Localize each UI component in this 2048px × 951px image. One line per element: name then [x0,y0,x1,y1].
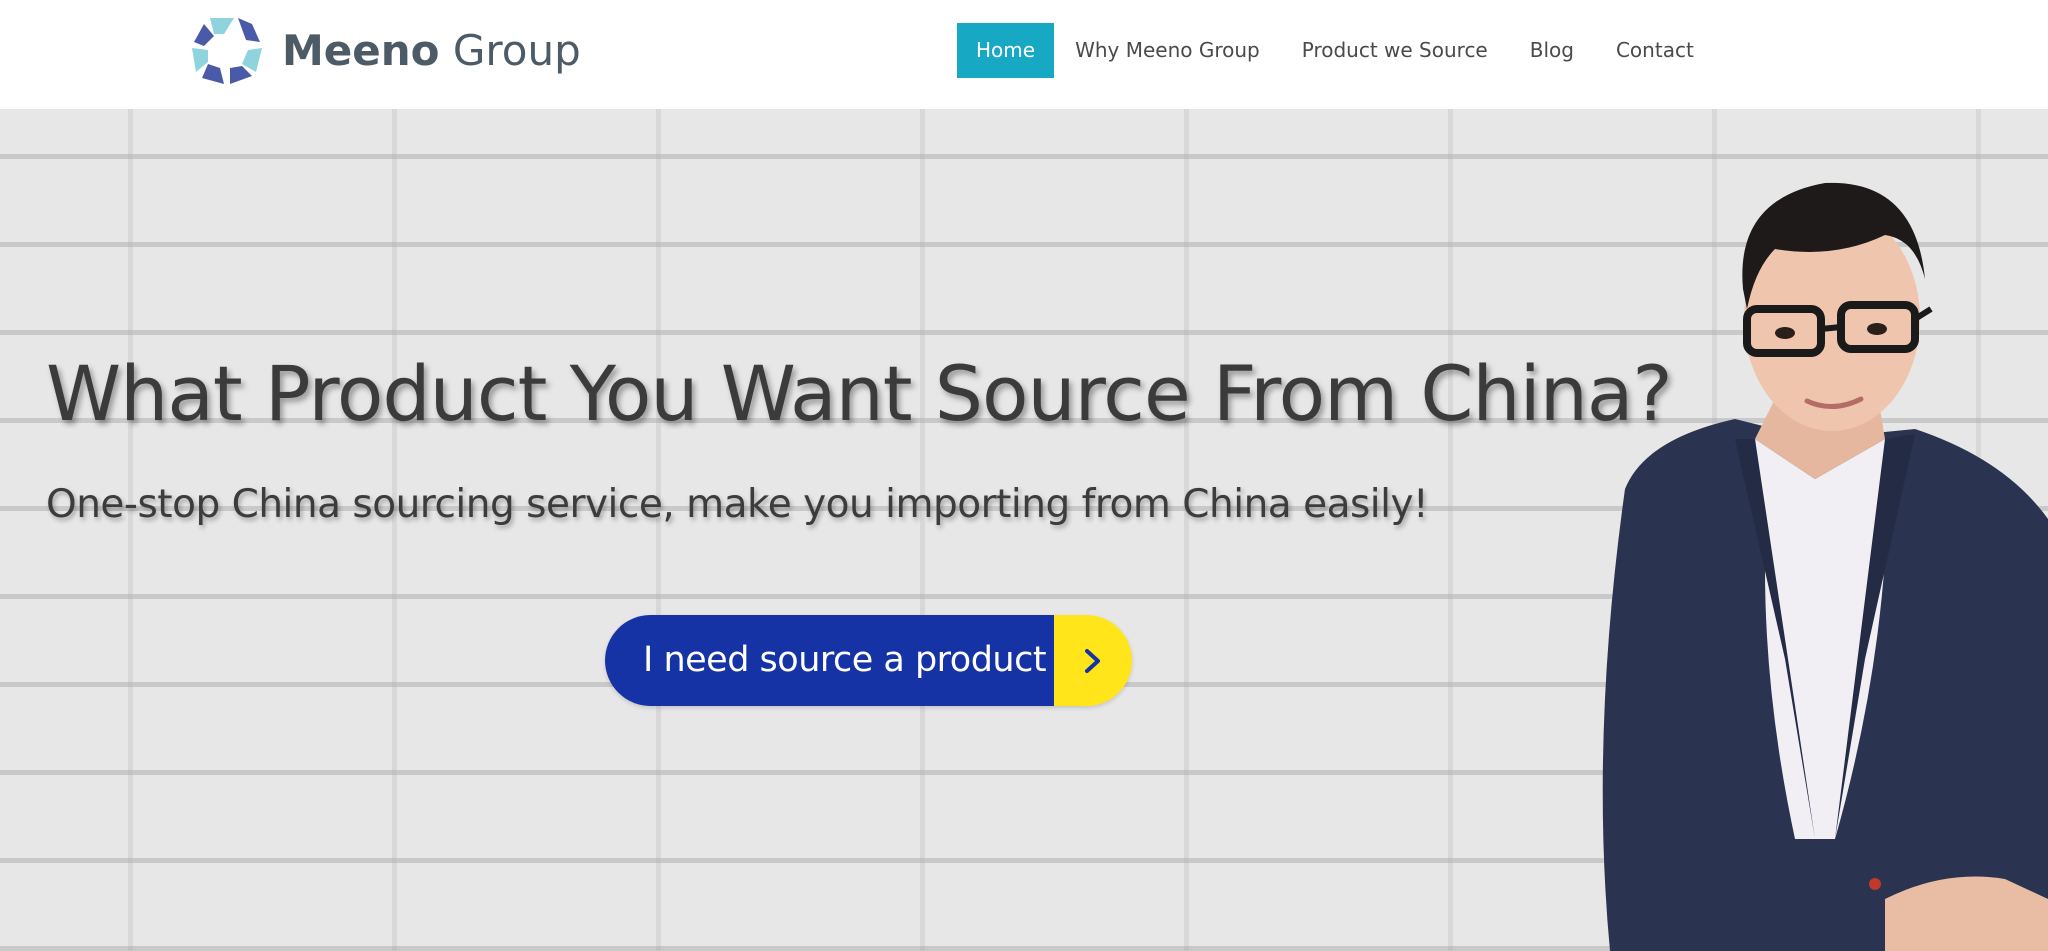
site-header: Meeno Group Home Why Meeno Group Product… [0,0,2048,109]
brand-logo[interactable]: Meeno Group [190,14,581,86]
nav-item-contact[interactable]: Contact [1595,23,1715,78]
brand-name-bold: Meeno [282,25,440,75]
hero-title: What Product You Want Source From China? [46,349,1673,438]
nav-item-blog[interactable]: Blog [1509,23,1595,78]
hero-person-image [1602,182,2048,951]
nav-item-home[interactable]: Home [957,23,1055,78]
hero-subtitle: One-stop China sourcing service, make yo… [46,482,1429,527]
main-nav: Home Why Meeno Group Product we Source B… [957,23,1715,78]
source-product-button[interactable]: I need source a product [605,615,1132,706]
nav-item-why-meeno-group[interactable]: Why Meeno Group [1054,23,1281,78]
nav-item-product-we-source[interactable]: Product we Source [1281,23,1509,78]
brand-name: Meeno Group [282,26,581,75]
hero-banner: What Product You Want Source From China?… [0,109,2048,951]
source-product-button-label: I need source a product [605,615,1054,706]
brand-name-regular: Group [452,25,581,75]
recycle-hexagon-icon [192,18,262,84]
